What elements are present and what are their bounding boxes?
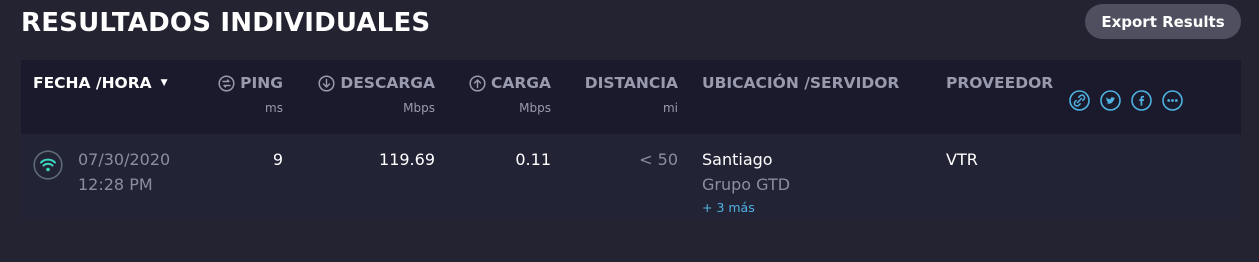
twitter-icon[interactable] — [1100, 90, 1121, 111]
facebook-icon[interactable] — [1131, 90, 1152, 111]
results-table: FECHA /HORA ▼ PING ms DESCARGA Mbps CARG… — [21, 60, 1241, 220]
result-date: 07/30/2020 — [78, 150, 171, 169]
sort-down-icon: ▼ — [160, 78, 168, 88]
column-ping-unit: ms — [265, 101, 283, 115]
result-upload: 0.11 — [515, 150, 551, 169]
download-arrow-icon — [318, 74, 335, 92]
page-title: RESULTADOS INDIVIDUALES — [21, 8, 431, 38]
wifi-icon — [33, 150, 63, 180]
column-upload[interactable]: CARGA Mbps — [451, 74, 551, 115]
column-provider[interactable]: PROVEEDOR — [946, 74, 1053, 92]
column-download-unit: Mbps — [403, 101, 435, 115]
ping-icon — [218, 74, 235, 92]
column-server[interactable]: UBICACIÓN /SERVIDOR — [702, 74, 899, 92]
column-date[interactable]: FECHA /HORA ▼ — [33, 74, 168, 92]
column-upload-label: CARGA — [490, 74, 551, 92]
result-server: Santiago Grupo GTD + 3 más — [702, 150, 790, 215]
more-servers-link[interactable]: + 3 más — [702, 200, 790, 215]
result-distance: < 50 — [639, 150, 678, 169]
result-download: 119.69 — [379, 150, 435, 169]
column-distance[interactable]: DISTANCIA mi — [566, 74, 678, 115]
column-provider-label: PROVEEDOR — [946, 74, 1054, 92]
table-header: FECHA /HORA ▼ PING ms DESCARGA Mbps CARG… — [21, 60, 1241, 134]
more-icon[interactable] — [1162, 90, 1183, 111]
result-location: Santiago — [702, 150, 773, 169]
column-upload-unit: Mbps — [519, 101, 551, 115]
column-download[interactable]: DESCARGA Mbps — [304, 74, 435, 115]
result-provider: VTR — [946, 150, 978, 169]
link-icon[interactable] — [1069, 90, 1090, 111]
result-time: 12:28 PM — [78, 175, 153, 194]
table-row[interactable]: 07/30/2020 12:28 PM 9 119.69 0.11 < 50 S… — [21, 134, 1241, 220]
column-ping[interactable]: PING ms — [211, 74, 283, 115]
export-results-button[interactable]: Export Results — [1085, 4, 1241, 39]
column-date-label: FECHA /HORA — [33, 74, 152, 92]
column-server-label: UBICACIÓN /SERVIDOR — [702, 74, 900, 92]
result-ping: 9 — [272, 150, 283, 169]
upload-arrow-icon — [469, 74, 486, 92]
result-datetime: 07/30/2020 12:28 PM — [78, 150, 170, 194]
share-icons — [1069, 90, 1183, 111]
column-distance-unit: mi — [662, 101, 678, 115]
column-distance-label: DISTANCIA — [584, 74, 678, 92]
column-download-label: DESCARGA — [340, 74, 435, 92]
result-server-name: Grupo GTD — [702, 175, 791, 194]
column-ping-label: PING — [240, 74, 283, 92]
